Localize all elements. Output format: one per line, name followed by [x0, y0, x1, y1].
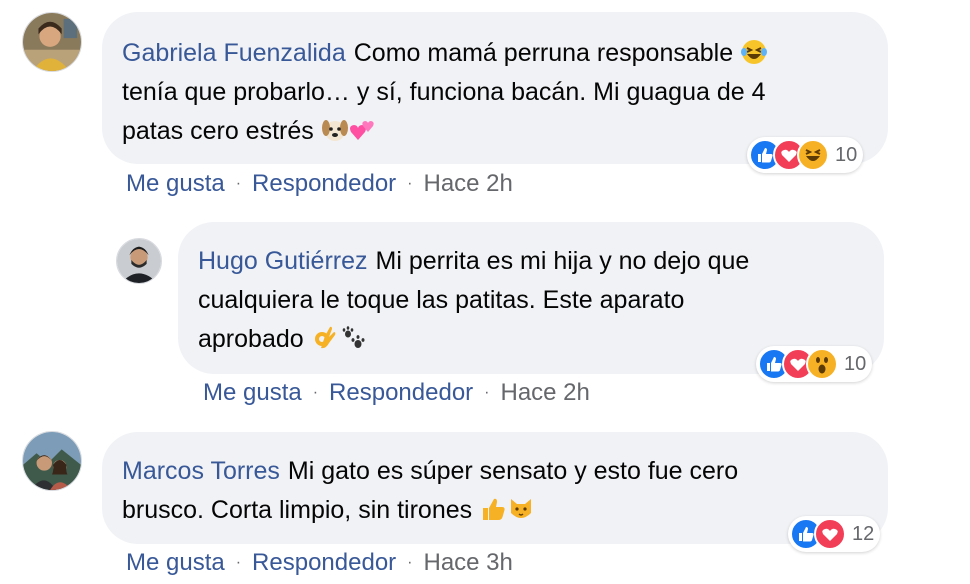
avatar-marcos[interactable]	[22, 431, 82, 491]
reaction-summary[interactable]: 12	[788, 516, 881, 552]
comment-text: Mi gato es súper sensato y esto fue cero	[287, 457, 739, 485]
separator: ·	[235, 175, 242, 192]
comment-bubble: Marcos Torres Mi gato es súper sensato y …	[102, 432, 888, 544]
comment-text: patas cero estrés	[122, 117, 314, 145]
reaction-count: 10	[835, 143, 858, 166]
comment-timestamp[interactable]: Hace 2h	[500, 379, 589, 407]
comment-author[interactable]: Gabriela Fuenzalida	[122, 39, 346, 67]
comment-text: Como mamá perruna responsable	[353, 39, 734, 67]
comment-text: brusco. Corta limpio, sin tirones	[122, 496, 473, 524]
reaction-summary[interactable]: 10	[756, 346, 873, 382]
love-reaction-icon	[814, 518, 846, 550]
comment-text: cualquiera le toque las patitas. Este ap…	[198, 286, 685, 314]
comment-actions: Me gusta · Respondedor · Hace 3h	[126, 549, 513, 577]
reply-link[interactable]: Respondedor	[252, 170, 396, 198]
hearts-emoji-icon	[349, 116, 377, 144]
like-link[interactable]: Me gusta	[126, 170, 225, 198]
reply-link[interactable]: Respondedor	[329, 379, 473, 407]
like-link[interactable]: Me gusta	[126, 549, 225, 577]
like-link[interactable]: Me gusta	[203, 379, 302, 407]
comment-text: aprobado	[198, 325, 304, 353]
ok-hand-emoji-icon	[311, 324, 339, 352]
separator: ·	[407, 554, 413, 571]
wow-reaction-icon	[806, 348, 838, 380]
haha-reaction-icon	[797, 139, 829, 171]
comment-actions: Me gusta · Respondedor · Hace 2h	[203, 379, 590, 407]
comment-actions: Me gusta · Respondedor · Hace 2h	[126, 170, 513, 198]
avatar-hugo[interactable]	[116, 238, 162, 284]
paw-prints-emoji-icon	[339, 324, 367, 352]
avatar-gabriela[interactable]	[22, 12, 82, 72]
comment-text: Mi perrita es mi hija y no dejo que	[375, 247, 750, 275]
reaction-count: 12	[852, 522, 875, 545]
reaction-summary[interactable]: 10	[747, 137, 864, 173]
separator: ·	[484, 384, 490, 401]
comment-timestamp[interactable]: Hace 3h	[423, 549, 512, 577]
reaction-count: 10	[844, 352, 867, 375]
thumbs-up-emoji-icon	[479, 495, 507, 523]
laughing-face-emoji-icon	[740, 38, 768, 66]
separator: ·	[407, 175, 413, 192]
comment-author[interactable]: Marcos Torres	[122, 457, 280, 485]
comment-text: tenía que probarlo… y sí, funciona bacán…	[122, 78, 766, 106]
separator: ·	[235, 554, 242, 571]
cat-face-emoji-icon	[507, 495, 535, 523]
comment-timestamp[interactable]: Hace 2h	[423, 170, 512, 198]
separator: ·	[312, 384, 319, 401]
comment-author[interactable]: Hugo Gutiérrez	[198, 247, 368, 275]
reply-link[interactable]: Respondedor	[252, 549, 396, 577]
dog-face-emoji-icon	[321, 116, 349, 144]
